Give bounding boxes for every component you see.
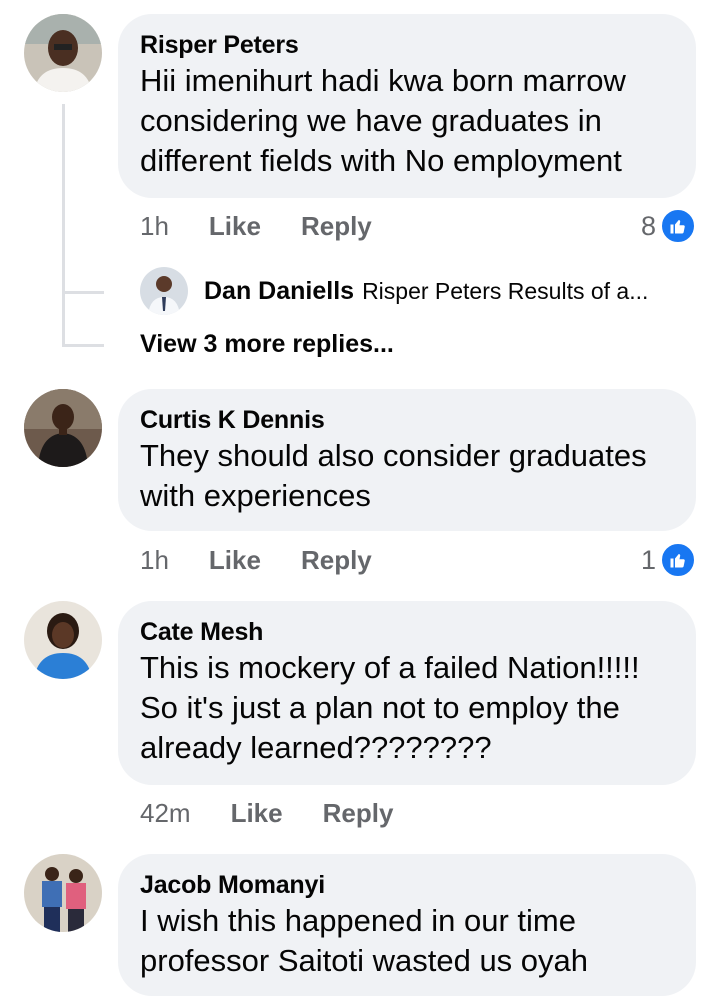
avatar[interactable] <box>24 14 102 92</box>
comment-actions: 1h Like Reply <box>140 206 412 246</box>
comment-text-line: professor Saitoti wasted us oyah <box>140 943 589 978</box>
reply-author[interactable]: Dan Daniells <box>204 277 354 306</box>
reaction-count-value: 8 <box>640 210 656 241</box>
view-more-replies-link[interactable]: View 3 more replies... <box>140 330 394 359</box>
comment-author[interactable]: Jacob Momanyi <box>140 869 672 901</box>
thread-line-vertical <box>62 104 65 344</box>
avatar-dan-image <box>140 267 188 315</box>
avatar-risper-image <box>24 14 102 92</box>
reaction-count-value: 1 <box>640 544 656 575</box>
comment-actions: 42m Like Reply <box>140 793 433 833</box>
comment-bubble: Curtis K Dennis They should also conside… <box>118 389 696 531</box>
comment-bubble: Jacob Momanyi I wish this happened in ou… <box>118 854 696 996</box>
comment-actions: 1h Like Reply <box>140 540 412 580</box>
comment-text-line: I wish this happened in our time <box>140 903 576 938</box>
reply-preview[interactable]: Dan Daniells Risper Peters Results of a.… <box>140 266 648 316</box>
reply-button[interactable]: Reply <box>323 798 394 829</box>
comment-time[interactable]: 42m <box>140 798 191 829</box>
avatar-curtis-image <box>24 389 102 467</box>
comment-text-line: already learned???????? <box>140 730 492 765</box>
avatar[interactable] <box>24 389 102 467</box>
comment-text-line: with experiences <box>140 478 371 513</box>
avatar-jacob-image <box>24 854 102 932</box>
comment-author[interactable]: Risper Peters <box>140 29 672 61</box>
like-button[interactable]: Like <box>209 545 261 576</box>
like-thumb-icon <box>660 208 696 244</box>
comment-text-line: considering we have graduates in <box>140 103 602 138</box>
avatar[interactable] <box>24 601 102 679</box>
comment-time[interactable]: 1h <box>140 545 169 576</box>
reaction-count[interactable]: 8 <box>641 206 696 246</box>
like-button[interactable]: Like <box>231 798 283 829</box>
like-thumb-icon <box>660 542 696 578</box>
avatar[interactable] <box>24 854 102 932</box>
comment-text-line: They should also consider graduates <box>140 438 647 473</box>
comment-text-line: This is mockery of a failed Nation!!!!! <box>140 650 640 685</box>
avatar[interactable] <box>140 267 188 315</box>
like-button[interactable]: Like <box>209 211 261 242</box>
comment-author[interactable]: Curtis K Dennis <box>140 404 672 436</box>
thread-line-branch-2 <box>62 344 104 347</box>
comment-author[interactable]: Cate Mesh <box>140 616 672 648</box>
comment-text-line: So it's just a plan not to employ the <box>140 690 620 725</box>
reply-button[interactable]: Reply <box>301 211 372 242</box>
reply-text: Risper Peters Results of a... <box>362 277 649 304</box>
comment-time[interactable]: 1h <box>140 211 169 242</box>
comment-text-line: Hii imenihurt hadi kwa born marrow <box>140 63 626 98</box>
comment-bubble: Risper Peters Hii imenihurt hadi kwa bor… <box>118 14 696 198</box>
comment-text-line: different fields with No employment <box>140 143 622 178</box>
avatar-cate-image <box>24 601 102 679</box>
reaction-count[interactable]: 1 <box>641 540 696 580</box>
comment-bubble: Cate Mesh This is mockery of a failed Na… <box>118 601 696 785</box>
thread-line-branch-1 <box>62 291 104 294</box>
reply-button[interactable]: Reply <box>301 545 372 576</box>
